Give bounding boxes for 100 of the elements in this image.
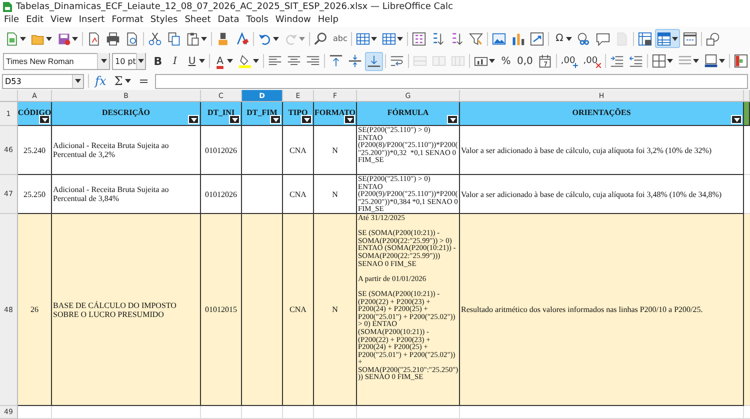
table-cell: 25.240 [18,126,52,175]
menu-item[interactable]: Window [272,15,315,25]
menu-item[interactable]: Tools [243,15,272,25]
menu-item[interactable]: Sheet [182,15,215,25]
autofilter-button[interactable] [229,115,240,124]
pivot-table-icon [530,32,544,46]
table-cell: Adicional - Receita Bruta Sujeita ao Percentual de 3,2% [52,126,201,175]
window-title: Tabelas_Dinamicas_ECF_Leiaute_12_08_07_2026_AC_2025_SIT_ESP_2026.xlsx — LibreOffice Calc [16,2,453,12]
menu-item[interactable]: Help [314,15,342,25]
caret-icon [304,118,310,122]
table-cell: 25.250 [18,175,52,214]
number-button[interactable]: 0,0 [515,52,535,70]
find-icon [314,32,328,46]
column-title: ORIENTAÇÕES [572,108,631,119]
borders-button[interactable] [650,52,675,70]
sort-icon [412,32,426,46]
align-bottom-button[interactable] [365,52,383,70]
formula-button[interactable]: = [136,74,151,88]
print-icon [106,32,120,46]
autofilter-button[interactable] [731,115,742,124]
spelling-button[interactable]: abc [331,29,350,48]
menu-item[interactable]: View [48,15,76,25]
caret-icon [566,36,572,40]
freeze-button[interactable] [655,29,680,48]
undo-icon [258,32,272,46]
row-icon [356,32,370,46]
autofilter-button[interactable] [301,115,312,124]
menu-item[interactable]: Insert [76,15,109,25]
align-top-icon [329,54,343,68]
menu-item[interactable]: Styles [147,15,182,25]
menu-item[interactable]: Data [214,15,244,25]
save-icon [57,32,71,46]
print-preview-icon [125,32,139,46]
percent-button[interactable]: % [498,52,514,70]
caret-icon [489,59,495,63]
font-color-button[interactable]: A [212,52,235,70]
outdent-icon [628,54,643,68]
caret-icon [718,59,725,63]
autofilter-button[interactable] [447,115,458,124]
table-cell: 01012026 [201,126,242,175]
autofilter-button[interactable] [344,115,355,124]
table-cell: CNA [283,214,314,406]
table-cell: Resultado aritmético dos valores informados nas linhas P200/10 a P200/25. [460,214,744,406]
special-character-button[interactable]: Ω [551,29,574,48]
italic-button[interactable]: I [167,52,183,70]
comment-icon [596,32,610,46]
sort-descending-icon [450,32,464,46]
sum-button[interactable]: Σ [112,74,133,88]
column-title: TIPO [288,108,308,118]
table-cell: 26 [18,214,52,406]
caret-icon [734,118,740,122]
column-title: FORMATO [314,108,356,118]
wrap-icon [390,54,404,68]
caret-icon [450,118,456,122]
font-name-field[interactable]: Times New Roman [3,52,110,70]
copy-icon [167,32,181,46]
underline-button[interactable]: U [184,52,207,70]
caret-icon [666,59,673,63]
conditional-button[interactable] [732,52,750,70]
menu-item[interactable]: File [1,15,24,25]
autofilter-button[interactable] [39,115,50,124]
caret-icon [46,36,52,40]
caret-icon [75,79,81,83]
image-icon [492,32,506,46]
table-cell: 01012015 [201,214,242,406]
indent-icon [610,54,624,68]
caret-icon [346,118,352,122]
currency-icon [474,54,488,68]
table-cell: CNA [283,126,314,175]
table-cell: Valor a ser adicionado à base de cálculo, cuja alíquota foi 3,48% (10% de 34,8%) [460,175,744,214]
autofilter-button[interactable] [270,115,281,124]
table-cell: N [314,126,357,175]
caret-icon [272,118,278,122]
table-cell: BASE DE CÁLCULO DO IMPOSTO SOBRE O LUCRO PRESUMIDO [52,214,201,406]
caret-icon [190,118,196,122]
caret-icon [42,118,48,122]
cut-icon [148,32,162,46]
caret-icon [692,59,699,63]
name-box[interactable]: D53 [2,74,84,88]
print-area-icon [638,32,652,46]
add-decimal-button[interactable]: ,00 [558,52,580,70]
menu-item[interactable]: Edit [23,15,48,25]
caret-icon [100,59,106,63]
filter-icon [469,32,484,46]
autofilter-button[interactable] [188,115,199,124]
caret-icon [20,36,26,40]
bold-button[interactable]: B [150,52,166,70]
redo-icon [284,32,298,46]
column-title: DT_INI [207,108,235,118]
date-icon [538,54,552,68]
chart-icon [511,32,526,46]
delete-decimal-button[interactable]: ,00 [581,52,603,70]
merge-center-icon [413,54,427,68]
column-title: CÓDIGO [18,108,51,118]
function-wizard-button[interactable]: fx [93,74,108,88]
menu-item[interactable]: Format [108,15,148,25]
font-size-field[interactable]: 10 pt [112,52,146,70]
formula-input-field[interactable] [154,74,748,88]
highlight-icon [238,54,252,68]
caret-icon [299,36,305,40]
